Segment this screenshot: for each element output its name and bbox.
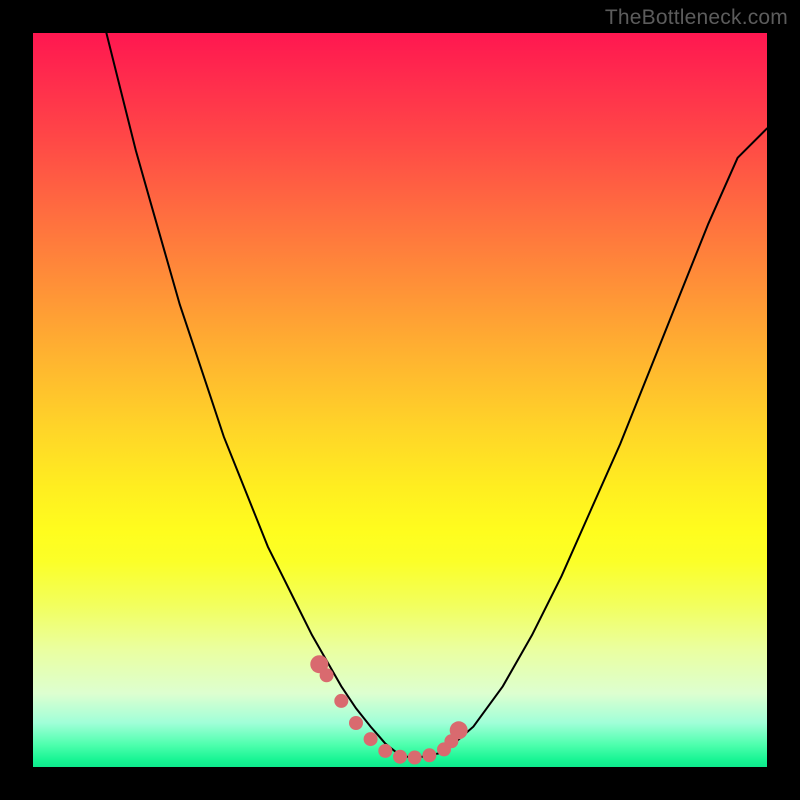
highlight-dot: [334, 694, 348, 708]
plot-area: [33, 33, 767, 767]
highlight-dot: [408, 751, 422, 765]
chart-frame: TheBottleneck.com: [0, 0, 800, 800]
bottleneck-curve: [106, 33, 767, 758]
chart-svg: [33, 33, 767, 767]
highlight-dot: [393, 750, 407, 764]
watermark-text: TheBottleneck.com: [605, 6, 788, 30]
highlight-dot: [320, 668, 334, 682]
highlight-dot: [364, 732, 378, 746]
highlight-dot: [378, 744, 392, 758]
highlight-dot: [349, 716, 363, 730]
highlight-dot: [422, 748, 436, 762]
highlight-dot: [450, 721, 468, 739]
